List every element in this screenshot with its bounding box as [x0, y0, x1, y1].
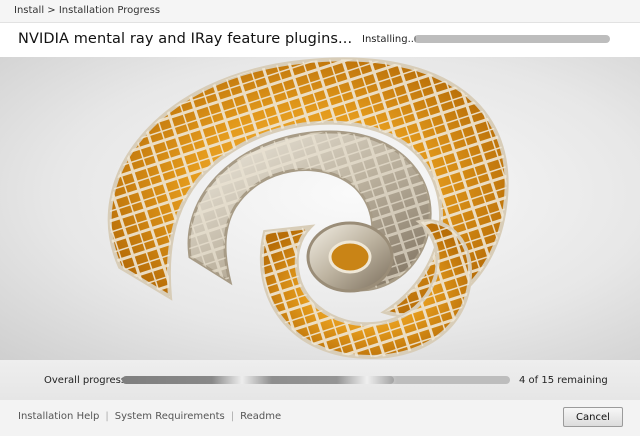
item-progress-fill — [414, 35, 416, 43]
install-header: NVIDIA mental ray and IRay feature plugi… — [0, 23, 640, 57]
link-separator: | — [105, 411, 109, 422]
remaining-count: 4 of 15 remaining — [519, 375, 608, 386]
progress-shine — [212, 376, 272, 384]
overall-progress-section: Overall progress... 4 of 15 remaining — [0, 360, 640, 400]
readme-link[interactable]: Readme — [240, 411, 281, 422]
footer-links: Installation Help | System Requirements | Re… — [18, 411, 281, 422]
breadcrumb-text: Install > Installation Progress — [14, 5, 161, 16]
footer: Installation Help | System Requirements | Re… — [0, 400, 640, 436]
item-progress-bar — [414, 35, 610, 43]
system-requirements-link[interactable]: System Requirements — [115, 411, 225, 422]
overall-progress-bar — [122, 376, 510, 384]
page-title: NVIDIA mental ray and IRay feature plugi… — [18, 31, 353, 47]
link-separator: | — [230, 411, 235, 422]
hero-image — [0, 57, 640, 360]
cancel-button[interactable]: Cancel — [563, 407, 623, 427]
progress-shine — [337, 376, 397, 384]
lattice-sculpture-image — [107, 57, 509, 360]
install-status: Installing... — [362, 34, 418, 45]
installation-help-link[interactable]: Installation Help — [18, 411, 99, 422]
breadcrumb: Install > Installation Progress — [0, 0, 640, 23]
